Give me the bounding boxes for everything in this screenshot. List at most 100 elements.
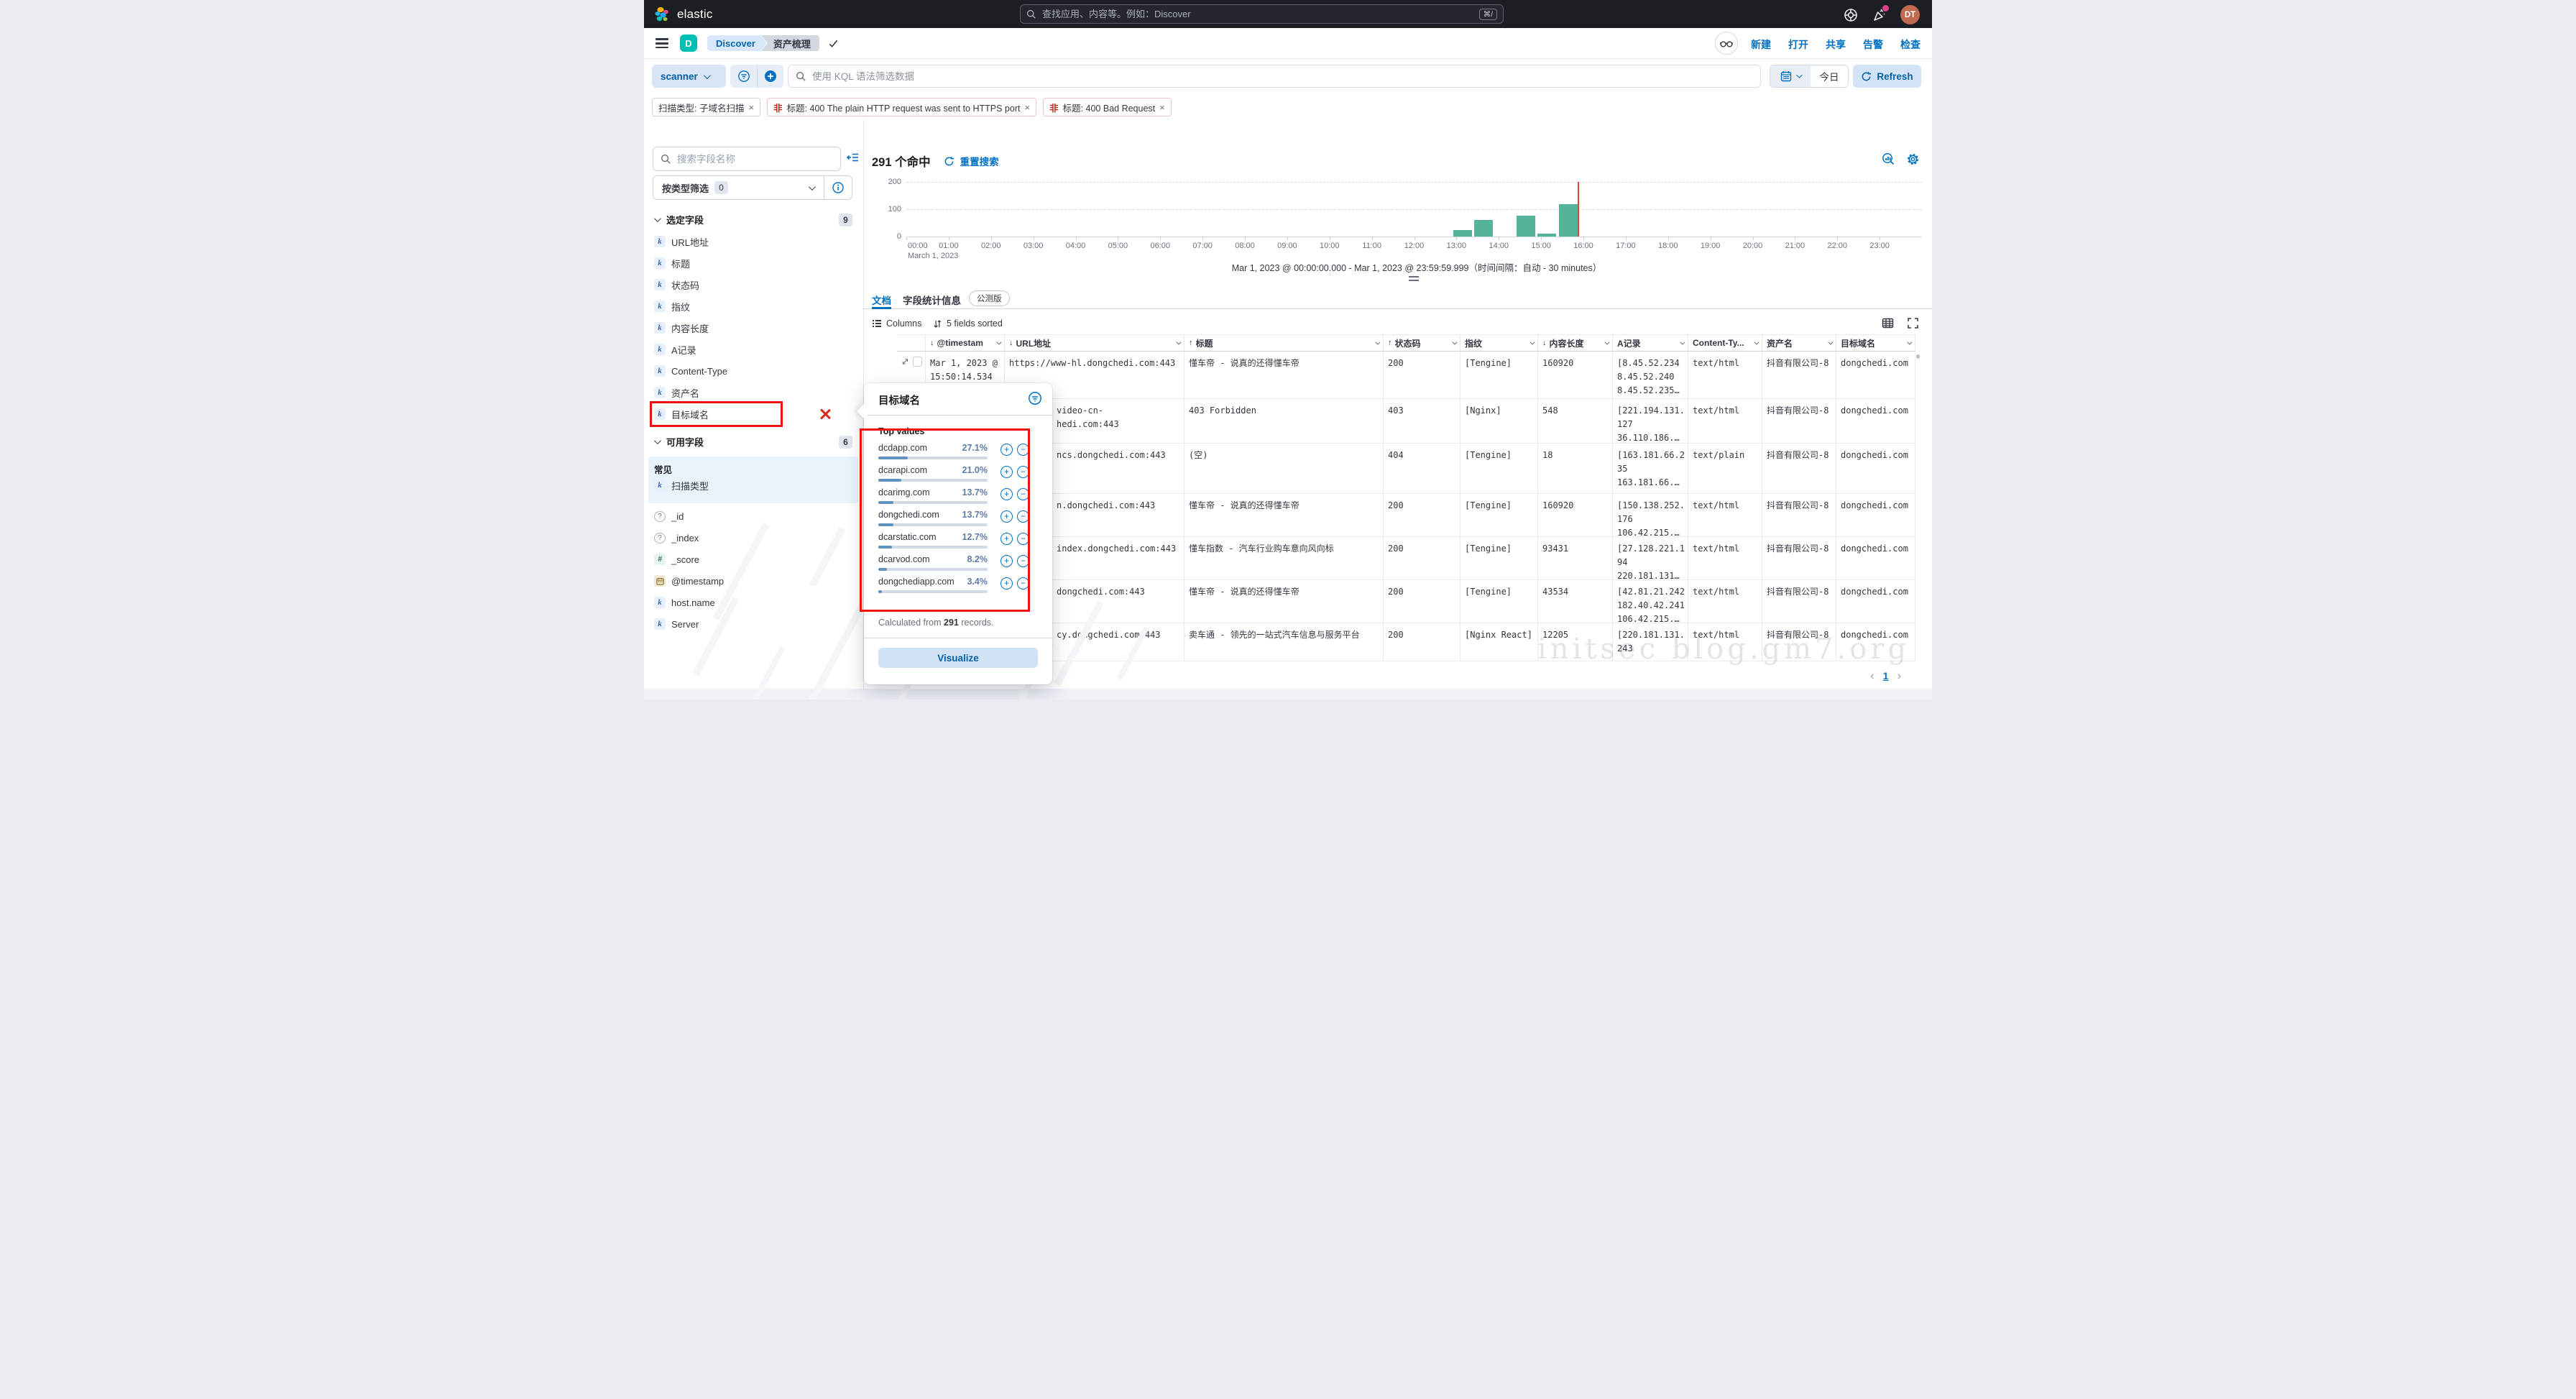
header-cell-col1[interactable]: ↓URL地址	[1005, 335, 1184, 351]
avatar[interactable]: DT	[1900, 5, 1920, 24]
header-cell-col3[interactable]: ↑状态码	[1384, 335, 1460, 351]
fullscreen-icon[interactable]	[1907, 317, 1919, 329]
view-mode-icon[interactable]	[1715, 32, 1738, 55]
filter-out-value-icon[interactable]: −	[1017, 533, 1029, 545]
sort-fields-button[interactable]: 5 fields sorted	[933, 318, 1003, 329]
header-cell-col6[interactable]: A记录	[1613, 335, 1688, 351]
filter-for-value-icon[interactable]: +	[1000, 444, 1013, 456]
visualize-button[interactable]: Visualize	[878, 648, 1038, 668]
global-search[interactable]: ⌘/	[1020, 4, 1504, 24]
date-quick-menu[interactable]	[1770, 65, 1811, 87]
filter-out-value-icon[interactable]: −	[1017, 510, 1029, 523]
saved-check-icon[interactable]	[828, 38, 839, 49]
data-view-picker[interactable]: scanner	[652, 65, 726, 88]
selected-fields-section[interactable]: 选定字段 9	[654, 213, 852, 226]
filter-pill[interactable]: 扫描类型: 子域名扫描×	[652, 98, 760, 116]
page-number[interactable]: 1	[1883, 670, 1889, 682]
histogram-bar[interactable]	[1517, 216, 1535, 237]
chart-options-gear-icon[interactable]	[1906, 152, 1920, 166]
field-item-_index[interactable]: ?_index	[654, 529, 852, 546]
histogram-bar[interactable]	[1537, 234, 1556, 237]
columns-button[interactable]: Columns	[872, 318, 921, 329]
chevron-down-icon	[1604, 339, 1609, 344]
help-icon[interactable]	[1843, 7, 1859, 23]
field-item-_id[interactable]: ?_id	[654, 508, 852, 525]
field-item-指纹[interactable]: k指纹	[654, 298, 852, 315]
field-item-_score[interactable]: #_score	[654, 551, 852, 568]
histogram-bar[interactable]	[1453, 230, 1472, 237]
tab-documents[interactable]: 文档	[872, 293, 891, 307]
field-item-@timestamp[interactable]: @timestamp	[654, 572, 852, 590]
table-scrollbar[interactable]	[1916, 354, 1920, 359]
available-fields-section[interactable]: 可用字段 6	[654, 435, 852, 449]
field-item-Server[interactable]: kServer	[654, 615, 852, 633]
filter-for-value-icon[interactable]: +	[1000, 533, 1013, 545]
date-range-label[interactable]: 今日	[1811, 65, 1848, 87]
histogram-bar[interactable]	[1559, 204, 1578, 237]
breadcrumb-discover[interactable]: Discover	[707, 35, 767, 51]
nav-action-1[interactable]: 打开	[1788, 37, 1808, 52]
header-cell-col9[interactable]: 目标域名	[1836, 335, 1915, 351]
nav-action-2[interactable]: 共享	[1826, 37, 1846, 52]
chart-resize-handle[interactable]	[1409, 276, 1419, 281]
filter-out-value-icon[interactable]: −	[1017, 466, 1029, 478]
field-item-scan-type[interactable]: k扫描类型	[654, 477, 852, 494]
tab-field-stats[interactable]: 字段统计信息	[903, 293, 961, 307]
remove-filter-icon[interactable]: ×	[1159, 102, 1165, 113]
kql-search-bar[interactable]	[788, 65, 1761, 88]
popup-filter-icon[interactable]	[1028, 391, 1042, 405]
nav-action-4[interactable]: 检查	[1900, 37, 1920, 52]
menu-icon[interactable]	[656, 36, 668, 51]
kql-input[interactable]	[812, 71, 1753, 82]
display-options-icon[interactable]	[1882, 317, 1894, 329]
field-item-URL地址[interactable]: kURL地址	[654, 233, 852, 250]
filter-out-value-icon[interactable]: −	[1017, 577, 1029, 590]
field-item-状态码[interactable]: k状态码	[654, 276, 852, 293]
reset-search-link[interactable]: 重置搜索	[960, 154, 999, 168]
header-cell-col5[interactable]: ↓内容长度	[1538, 335, 1613, 351]
field-item-host.name[interactable]: khost.name	[654, 594, 852, 611]
filter-for-value-icon[interactable]: +	[1000, 466, 1013, 478]
global-search-input[interactable]	[1042, 9, 1479, 19]
header-cell-col7[interactable]: Content-Ty...	[1688, 335, 1762, 351]
collapse-sidebar-icon[interactable]	[847, 151, 860, 164]
filter-out-value-icon[interactable]: −	[1017, 555, 1029, 567]
filter-for-value-icon[interactable]: +	[1000, 510, 1013, 523]
newsfeed-icon[interactable]	[1872, 7, 1887, 23]
remove-filter-icon[interactable]: ×	[1024, 102, 1030, 113]
field-item-标题[interactable]: k标题	[654, 254, 852, 272]
header-cell-col2[interactable]: ↑标题	[1184, 335, 1384, 351]
field-item-资产名[interactable]: k资产名	[654, 384, 852, 401]
chart-inspect-icon[interactable]	[1882, 152, 1895, 166]
prev-page-icon[interactable]: ‹	[1870, 669, 1874, 683]
filter-by-type[interactable]: 按类型筛选 0	[653, 175, 852, 200]
header-cell-col8[interactable]: 资产名	[1762, 335, 1836, 351]
header-cell-col4[interactable]: 指纹	[1460, 335, 1538, 351]
add-filter-icon[interactable]	[758, 70, 783, 83]
remove-filter-icon[interactable]: ×	[748, 102, 754, 113]
filter-pill[interactable]: 非标题: 400 Bad Request×	[1043, 98, 1172, 116]
histogram-bar[interactable]	[1474, 220, 1493, 237]
nav-action-0[interactable]: 新建	[1751, 37, 1771, 52]
filter-out-value-icon[interactable]: −	[1017, 444, 1029, 456]
filter-for-value-icon[interactable]: +	[1000, 555, 1013, 567]
header-cell-timestamp[interactable]: ↓@timestam	[926, 335, 1005, 351]
row-checkbox[interactable]	[913, 357, 922, 367]
elastic-logo[interactable]: elastic	[654, 6, 713, 23]
filter-for-value-icon[interactable]: +	[1000, 488, 1013, 500]
filter-for-value-icon[interactable]: +	[1000, 577, 1013, 590]
field-info-icon[interactable]	[824, 182, 852, 193]
nav-action-3[interactable]: 告警	[1863, 37, 1883, 52]
project-badge[interactable]: D	[680, 35, 697, 52]
filter-pill[interactable]: 非标题: 400 The plain HTTP request was sent…	[767, 98, 1036, 116]
refresh-button[interactable]: Refresh	[1853, 65, 1921, 88]
next-page-icon[interactable]: ›	[1897, 669, 1901, 683]
expand-row-icon[interactable]	[901, 357, 909, 366]
saved-query-icon[interactable]	[730, 70, 757, 83]
filter-out-value-icon[interactable]: −	[1017, 488, 1029, 500]
field-item-内容长度[interactable]: k内容长度	[654, 319, 852, 336]
field-search[interactable]	[653, 147, 841, 171]
field-search-input[interactable]	[677, 154, 833, 165]
field-item-Content-Type[interactable]: kContent-Type	[654, 362, 852, 380]
field-item-A记录[interactable]: kA记录	[654, 341, 852, 358]
